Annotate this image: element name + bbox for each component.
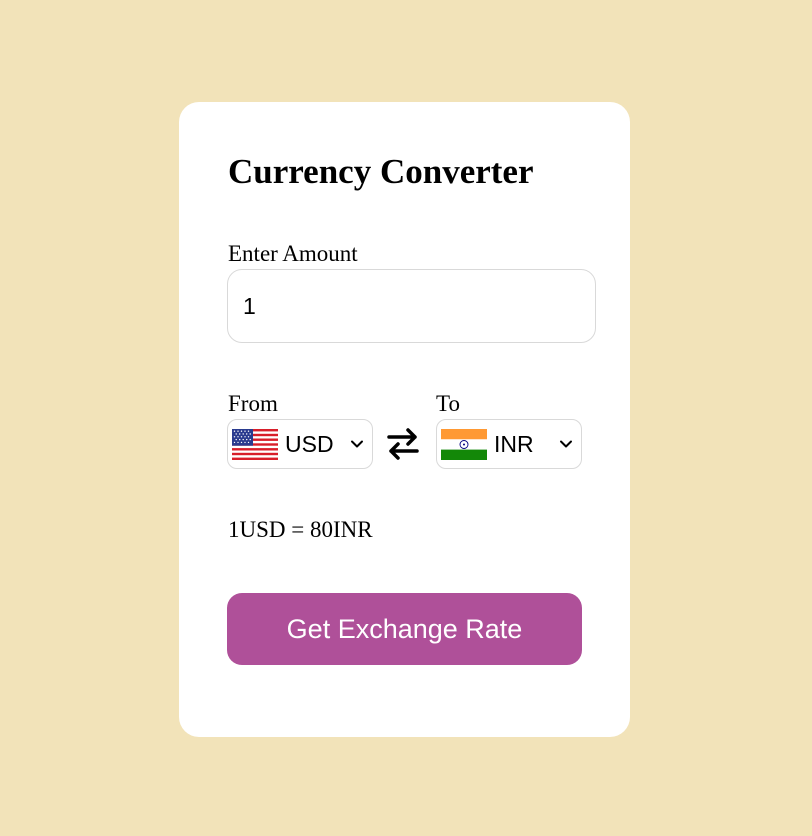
from-currency-code: USD <box>285 431 334 457</box>
us-flag-icon <box>232 429 278 460</box>
get-exchange-rate-button[interactable]: Get Exchange Rate <box>227 593 582 665</box>
page-title: Currency Converter <box>228 152 534 191</box>
swap-arrows-icon[interactable] <box>385 422 421 464</box>
to-currency-select[interactable]: INR <box>436 419 582 469</box>
amount-input[interactable] <box>227 269 596 343</box>
amount-label: Enter Amount <box>228 241 358 266</box>
chevron-down-icon <box>560 440 572 448</box>
to-label: To <box>436 391 460 416</box>
from-currency-select[interactable]: USD <box>227 419 373 469</box>
from-label: From <box>228 391 278 416</box>
converter-card: Currency Converter Enter Amount From To … <box>179 102 630 737</box>
chevron-down-icon <box>351 440 363 448</box>
exchange-rate-text: 1USD = 80INR <box>228 517 373 542</box>
india-flag-icon <box>441 429 487 460</box>
to-currency-code: INR <box>494 431 534 457</box>
